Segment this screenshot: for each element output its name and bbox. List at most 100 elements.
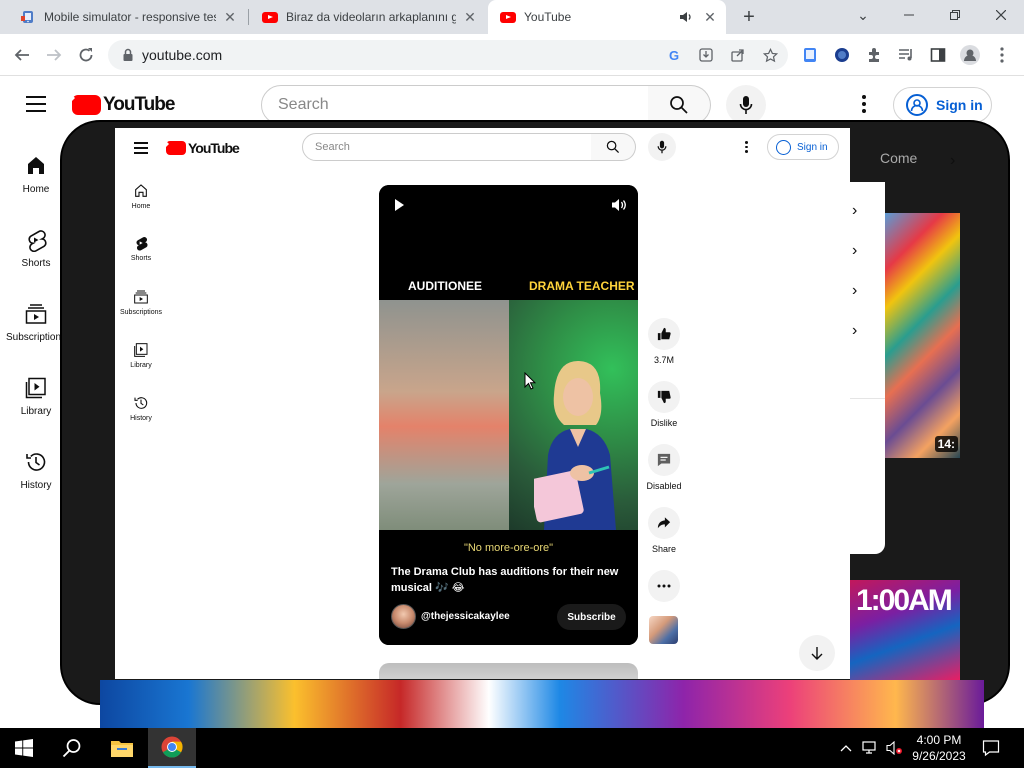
duration-badge: 14: xyxy=(934,436,958,452)
tab-search-chevron-icon[interactable]: ⌄ xyxy=(840,0,886,30)
video-thumbnail[interactable]: 14: xyxy=(885,213,960,458)
divider xyxy=(850,398,885,399)
network-icon[interactable] xyxy=(862,740,878,756)
mobile-signin-button[interactable]: Sign in xyxy=(767,134,839,160)
taskbar-search-button[interactable] xyxy=(48,728,96,768)
sidebar-item-label: Library xyxy=(20,406,52,417)
tab-separator xyxy=(248,9,249,25)
microphone-icon xyxy=(739,96,753,114)
url-text: youtube.com xyxy=(142,47,223,63)
mobile-sidebar-item-home[interactable]: Home xyxy=(115,183,167,210)
chevron-right-icon[interactable]: › xyxy=(950,152,962,169)
forward-button[interactable] xyxy=(42,43,66,67)
guide-menu-icon[interactable] xyxy=(26,96,46,112)
chevron-right-icon[interactable]: › xyxy=(852,282,864,299)
share-icon[interactable] xyxy=(730,47,746,63)
chrome-taskbar-button[interactable] xyxy=(148,728,196,768)
reload-button[interactable] xyxy=(74,43,98,67)
mobile-sidebar-item-subscriptions[interactable]: Subscriptions xyxy=(115,289,167,316)
mobile-guide-menu-icon[interactable] xyxy=(134,142,148,154)
tab-video-backgrounds[interactable]: Biraz da videoların arkaplanını göster ✕ xyxy=(250,0,486,34)
mobile-sidebar-item-library[interactable]: Library xyxy=(115,342,167,369)
settings-menu-icon[interactable] xyxy=(856,95,872,113)
search-input[interactable]: Search xyxy=(261,85,649,125)
library-icon xyxy=(25,377,46,399)
presenter-figure xyxy=(534,360,616,530)
next-short-button[interactable] xyxy=(799,635,835,671)
channel-name[interactable]: @thejessicakaylee xyxy=(421,611,510,622)
mobile-search-input[interactable]: Search xyxy=(302,133,592,161)
side-panel-icon[interactable] xyxy=(926,43,950,67)
short-video-player[interactable]: AUDITIONEE DRAMA TEACHER "No more-ore-or… xyxy=(379,185,638,645)
drama-teacher-label: DRAMA TEACHER xyxy=(529,279,635,293)
video-left-panel xyxy=(379,300,509,530)
windows-logo-icon xyxy=(15,739,33,757)
user-icon xyxy=(906,94,928,116)
more-actions-button[interactable] xyxy=(643,570,685,607)
video-caption[interactable]: The Drama Club has auditions for their n… xyxy=(391,564,627,596)
next-short-preview[interactable] xyxy=(379,663,638,679)
comments-button[interactable]: Disabled xyxy=(643,444,685,491)
play-icon[interactable] xyxy=(395,199,404,211)
notifications-icon[interactable] xyxy=(982,739,1000,757)
show-hidden-icons-icon[interactable] xyxy=(838,740,854,756)
mobile-youtube-logo[interactable]: YouTube xyxy=(166,140,240,156)
subscriptions-icon xyxy=(25,304,47,324)
sidebar-item-label: Subscriptions xyxy=(119,309,163,316)
restore-button[interactable] xyxy=(932,0,978,30)
mobile-sidebar-item-shorts[interactable]: Shorts xyxy=(115,235,167,262)
video-thumbnail[interactable]: 1:00AM xyxy=(850,580,960,680)
search-icon xyxy=(606,140,620,154)
extension-1-icon[interactable] xyxy=(798,43,822,67)
file-explorer-button[interactable] xyxy=(98,728,146,768)
mobile-sidebar-item-history[interactable]: History xyxy=(115,395,167,422)
new-tab-button[interactable]: + xyxy=(737,5,761,29)
media-control-icon[interactable] xyxy=(894,43,918,67)
address-bar[interactable]: youtube.com G xyxy=(108,40,788,70)
mobile-settings-menu-icon[interactable] xyxy=(742,141,750,154)
extensions-puzzle-icon[interactable] xyxy=(862,43,886,67)
minimize-button[interactable] xyxy=(886,0,932,30)
chip-comedy[interactable]: Come xyxy=(880,150,917,166)
tab-mobile-simulator[interactable]: Mobile simulator - responsive testing ✕ xyxy=(8,0,246,34)
extension-2-icon[interactable] xyxy=(830,43,854,67)
home-icon xyxy=(135,184,147,197)
chevron-right-icon[interactable]: › xyxy=(852,322,864,339)
sound-thumbnail[interactable] xyxy=(649,616,678,644)
browser-menu-icon[interactable] xyxy=(990,43,1014,67)
chevron-right-icon[interactable]: › xyxy=(852,202,864,219)
subscribe-button[interactable]: Subscribe xyxy=(557,604,626,630)
system-clock[interactable]: 4:00 PM 9/26/2023 xyxy=(904,732,974,764)
search-button[interactable] xyxy=(648,85,711,125)
profile-avatar-icon[interactable] xyxy=(958,43,982,67)
tab-close-icon[interactable]: ✕ xyxy=(222,9,238,25)
tab-close-icon[interactable]: ✕ xyxy=(462,9,478,25)
mouse-cursor-icon xyxy=(524,372,536,390)
google-lens-icon[interactable]: G xyxy=(666,47,682,63)
tab-youtube[interactable]: YouTube ✕ xyxy=(488,0,726,34)
volume-icon[interactable] xyxy=(611,198,627,212)
voice-search-button[interactable] xyxy=(726,85,766,125)
install-icon[interactable] xyxy=(698,47,714,63)
channel-avatar[interactable] xyxy=(391,604,416,629)
history-icon xyxy=(26,453,46,471)
share-button[interactable]: Share xyxy=(643,507,685,554)
mobile-search-button[interactable] xyxy=(591,133,636,161)
like-button[interactable]: 3.7M xyxy=(643,318,685,365)
video-thumbnail-row[interactable] xyxy=(100,680,984,728)
start-button[interactable] xyxy=(0,728,48,768)
signin-button[interactable]: Sign in xyxy=(893,87,992,123)
youtube-favicon-icon xyxy=(262,9,278,25)
close-window-button[interactable] xyxy=(978,0,1024,30)
tab-audio-icon[interactable] xyxy=(678,9,694,25)
sidebar-item-label: Shorts xyxy=(130,255,152,262)
tab-close-icon[interactable]: ✕ xyxy=(702,9,718,25)
youtube-logo[interactable]: YouTube xyxy=(72,94,175,116)
back-button[interactable] xyxy=(10,43,34,67)
youtube-logo-icon xyxy=(72,95,101,115)
mobile-voice-search-button[interactable] xyxy=(648,133,676,161)
chevron-right-icon[interactable]: › xyxy=(852,242,864,259)
volume-muted-icon[interactable] xyxy=(886,740,902,756)
bookmark-star-icon[interactable] xyxy=(762,47,778,63)
dislike-button[interactable]: Dislike xyxy=(643,381,685,428)
